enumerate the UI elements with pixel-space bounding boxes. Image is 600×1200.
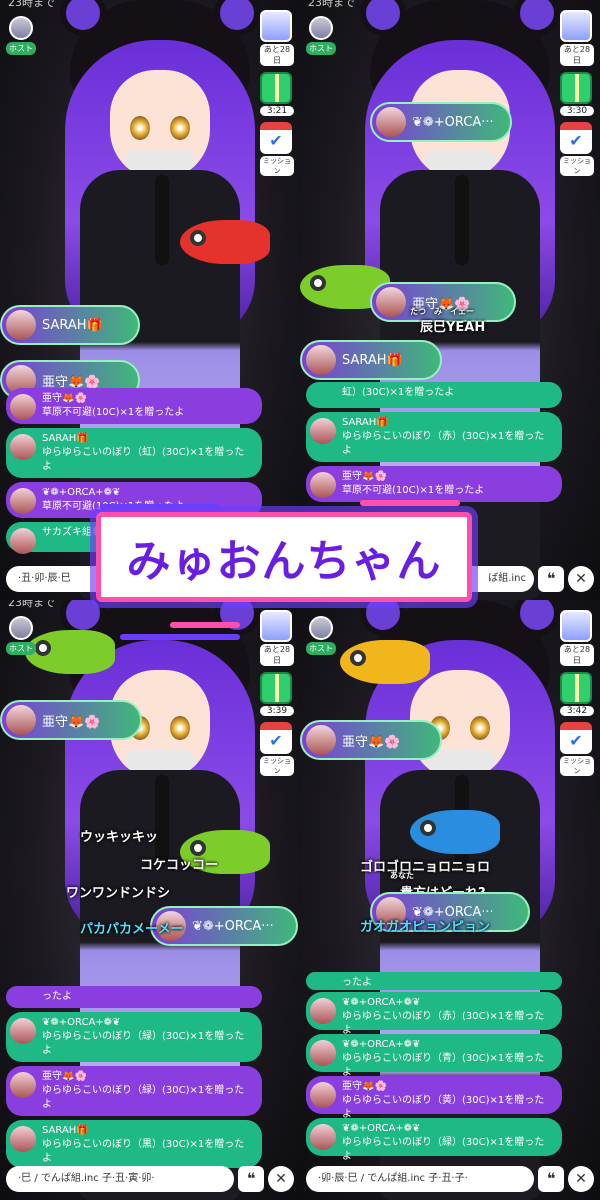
host-avatar[interactable]: ホスト	[306, 616, 336, 655]
koinobori-blue-icon	[410, 810, 500, 854]
lyric-ruby: たつ み イェー	[410, 307, 474, 316]
stream-panel-3: 23時まで ホスト あと28日 3:39 ✔ ミッション 亜守🦊🌸 ウッキッキッ…	[0, 600, 300, 1200]
timer: 3:42	[560, 706, 594, 716]
koinobori-green-icon	[25, 630, 115, 674]
comment-quote-icon[interactable]: ❝	[238, 1166, 264, 1192]
gift-box-icon[interactable]	[560, 72, 592, 104]
gift-message: 虹）(30C)×1を贈ったよ	[306, 382, 562, 408]
mission-label: ミッション	[260, 156, 294, 176]
comment-pill[interactable]: SARAH🎁	[300, 340, 442, 380]
top-text: 23時まで	[8, 0, 55, 9]
timer: 3:30	[560, 106, 594, 116]
top-text: 23時まで	[308, 0, 355, 9]
stream-panel-2: 23時まで ホスト あと28日 3:30 ✔ ミッション ❦❁+ORCA··· …	[300, 0, 600, 600]
title-card: みゅおんちゃん	[96, 512, 472, 602]
gift-message: 亜守🦊🌸 ゆらゆらこいのぼり（緑）(30C)×1を贈ったよ	[6, 1066, 262, 1116]
lyric-text: コケコッコー	[140, 858, 219, 873]
koinobori-red-icon	[180, 220, 270, 264]
gift-message: SARAH🎁 ゆらゆらこいのぼり（赤）(30C)×1を贈ったよ	[306, 412, 562, 462]
mission-check-icon[interactable]: ✔	[260, 722, 292, 754]
comment-pill[interactable]: ❦❁+ORCA···	[370, 102, 512, 142]
comment-pill[interactable]: SARAH🎁	[0, 305, 140, 345]
gift-message: ❦❁+ORCA+❁❦ ゆらゆらこいのぼり（緑）(30C)×1を贈ったよ	[306, 1118, 562, 1162]
lyric-ruby: あなた	[390, 871, 414, 880]
bottom-bar: ·巳 / でんぱ組.inc 子·丑·寅·卯· ❝ ✕	[6, 1164, 294, 1194]
side-widgets: あと28日 3:21 ✔ ミッション	[260, 10, 294, 176]
mission-check-icon[interactable]: ✔	[260, 122, 292, 154]
gift-message: ったよ	[306, 972, 562, 990]
mission-label: ミッション	[260, 756, 294, 776]
event-banner-icon[interactable]	[260, 10, 292, 42]
mission-label: ミッション	[560, 156, 594, 176]
gift-message: ったよ	[6, 986, 262, 1008]
stream-panel-1: 23時まで ホスト あと28日 3:21 ✔ ミッション SARAH🎁 亜守🦊🌸…	[0, 0, 300, 600]
lyric-text: パカパカメーメー	[80, 922, 184, 937]
event-days: あと28日	[560, 644, 594, 666]
host-avatar[interactable]: ホスト	[6, 616, 36, 655]
deco-line	[360, 500, 460, 506]
comment-quote-icon[interactable]: ❝	[538, 1166, 564, 1192]
lyric-text: ワンワンドンドシ	[66, 886, 171, 901]
gift-message: SARAH🎁 ゆらゆらこいのぼり（虹）(30C)×1を贈ったよ	[6, 428, 262, 478]
gift-box-icon[interactable]	[260, 672, 292, 704]
event-banner-icon[interactable]	[560, 610, 592, 642]
close-icon[interactable]: ✕	[568, 566, 594, 592]
timer: 3:21	[260, 106, 294, 116]
top-text: 23時まで	[8, 600, 55, 609]
page-title: みゅおんちゃん	[126, 536, 442, 587]
gift-message: 亜守🦊🌸 草原不可避(10C)×1を贈ったよ	[6, 388, 262, 424]
event-days: あと28日	[260, 44, 294, 66]
gift-message: ❦❁+ORCA+❁❦ ゆらゆらこいのぼり（赤）(30C)×1を贈ったよ	[306, 992, 562, 1036]
event-banner-icon[interactable]	[260, 610, 292, 642]
event-days: あと28日	[260, 644, 294, 666]
mission-check-icon[interactable]: ✔	[560, 122, 592, 154]
deco-line	[100, 504, 220, 510]
gift-message: 亜守🦊🌸 ゆらゆらこいのぼり（黄）(30C)×1を贈ったよ	[306, 1076, 562, 1120]
koinobori-yellow-icon	[340, 640, 430, 684]
lyric-text: ゴロゴロニョロニョロ	[360, 860, 491, 875]
mission-label: ミッション	[560, 756, 594, 776]
close-icon[interactable]: ✕	[568, 1166, 594, 1192]
comment-quote-icon[interactable]: ❝	[538, 566, 564, 592]
host-avatar[interactable]: ホスト	[306, 16, 336, 55]
side-widgets: あと28日 3:30 ✔ ミッション	[560, 10, 594, 176]
host-avatar[interactable]: ホスト	[6, 16, 36, 55]
gift-message: ❦❁+ORCA+❁❦ ゆらゆらこいのぼり（青）(30C)×1を贈ったよ	[306, 1034, 562, 1078]
song-ticker: ·卯·辰·巳 / でんぱ組.inc 子·丑·子·	[306, 1166, 534, 1192]
event-days: あと28日	[560, 44, 594, 66]
song-ticker: ·巳 / でんぱ組.inc 子·丑·寅·卯·	[6, 1166, 234, 1192]
timer: 3:39	[260, 706, 294, 716]
comment-pill[interactable]: 亜守🦊🌸	[300, 720, 442, 760]
side-widgets: あと28日 3:39 ✔ ミッション	[260, 610, 294, 776]
lyric-text: 辰巳YEAH	[420, 320, 486, 335]
deco-line	[120, 634, 240, 640]
mission-check-icon[interactable]: ✔	[560, 722, 592, 754]
side-widgets: あと28日 3:42 ✔ ミッション	[560, 610, 594, 776]
stream-panel-4: ホスト あと28日 3:42 ✔ ミッション 亜守🦊🌸 ゴロゴロニョロニョロ あ…	[300, 600, 600, 1200]
gift-box-icon[interactable]	[560, 672, 592, 704]
close-icon[interactable]: ✕	[268, 1166, 294, 1192]
gift-message: 亜守🦊🌸 草原不可避(10C)×1を贈ったよ	[306, 466, 562, 502]
deco-line	[170, 622, 240, 628]
lyric-text: ウッキッキッ	[80, 830, 159, 845]
event-banner-icon[interactable]	[560, 10, 592, 42]
lyric-text: ガオガオピョンピョン	[360, 920, 491, 935]
comment-pill[interactable]: 亜守🦊🌸	[0, 700, 142, 740]
bottom-bar: ·卯·辰·巳 / でんぱ組.inc 子·丑·子· ❝ ✕	[306, 1164, 594, 1194]
gift-box-icon[interactable]	[260, 72, 292, 104]
gift-message: ❦❁+ORCA+❁❦ ゆらゆらこいのぼり（緑）(30C)×1を贈ったよ	[6, 1012, 262, 1062]
gift-message: SARAH🎁 ゆらゆらこいのぼり（黒）(30C)×1を贈ったよ	[6, 1120, 262, 1168]
